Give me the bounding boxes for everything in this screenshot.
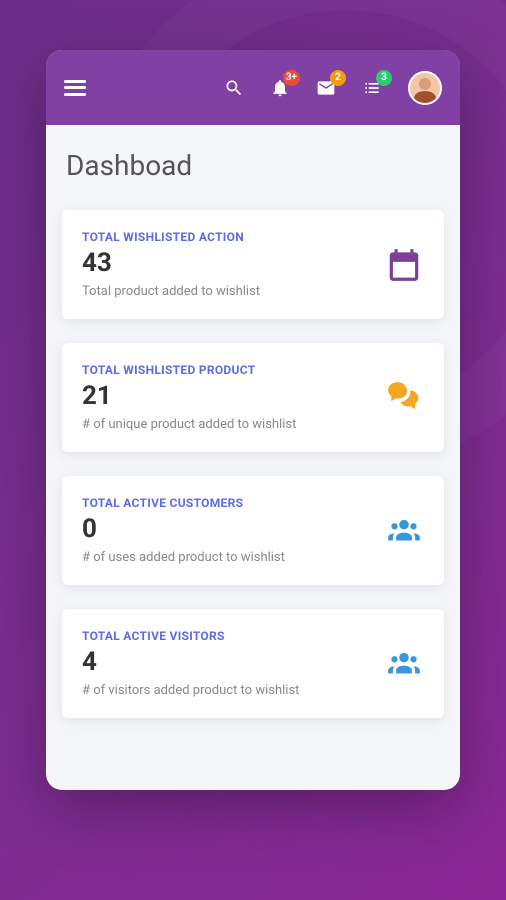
comments-icon xyxy=(384,378,424,418)
app-container: 3+ 2 3 Dashboad TOTAL WISHLISTED ACTION … xyxy=(46,50,460,790)
content-area: Dashboad TOTAL WISHLISTED ACTION 43 Tota… xyxy=(46,125,460,790)
card-description: # of visitors added product to wishlist xyxy=(82,683,384,698)
card-label: TOTAL ACTIVE CUSTOMERS xyxy=(82,496,384,510)
card-value: 0 xyxy=(82,514,384,544)
stat-card-wishlisted-product: TOTAL WISHLISTED PRODUCT 21 # of unique … xyxy=(62,343,444,452)
page-title: Dashboad xyxy=(66,149,444,182)
messages-button[interactable]: 2 xyxy=(316,78,336,98)
search-button[interactable] xyxy=(224,78,244,98)
card-value: 43 xyxy=(82,248,384,278)
stat-card-wishlisted-action: TOTAL WISHLISTED ACTION 43 Total product… xyxy=(62,210,444,319)
card-description: # of uses added product to wishlist xyxy=(82,550,384,565)
card-value: 21 xyxy=(82,381,384,411)
users-icon xyxy=(384,511,424,551)
notifications-badge: 3+ xyxy=(283,70,300,86)
users-icon xyxy=(384,644,424,684)
card-description: Total product added to wishlist xyxy=(82,284,384,299)
menu-toggle-button[interactable] xyxy=(64,80,86,96)
card-label: TOTAL WISHLISTED ACTION xyxy=(82,230,384,244)
card-value: 4 xyxy=(82,647,384,677)
messages-badge: 2 xyxy=(330,70,346,86)
card-description: # of unique product added to wishlist xyxy=(82,417,384,432)
card-label: TOTAL WISHLISTED PRODUCT xyxy=(82,363,384,377)
stat-card-active-visitors: TOTAL ACTIVE VISITORS 4 # of visitors ad… xyxy=(62,609,444,718)
search-icon xyxy=(224,78,244,98)
user-avatar[interactable] xyxy=(408,71,442,105)
tasks-badge: 3 xyxy=(376,70,392,86)
calendar-icon xyxy=(384,245,424,285)
card-label: TOTAL ACTIVE VISITORS xyxy=(82,629,384,643)
topbar: 3+ 2 3 xyxy=(46,50,460,125)
stat-card-active-customers: TOTAL ACTIVE CUSTOMERS 0 # of uses added… xyxy=(62,476,444,585)
topbar-actions: 3+ 2 3 xyxy=(224,71,442,105)
tasks-button[interactable]: 3 xyxy=(362,78,382,98)
notifications-button[interactable]: 3+ xyxy=(270,78,290,98)
